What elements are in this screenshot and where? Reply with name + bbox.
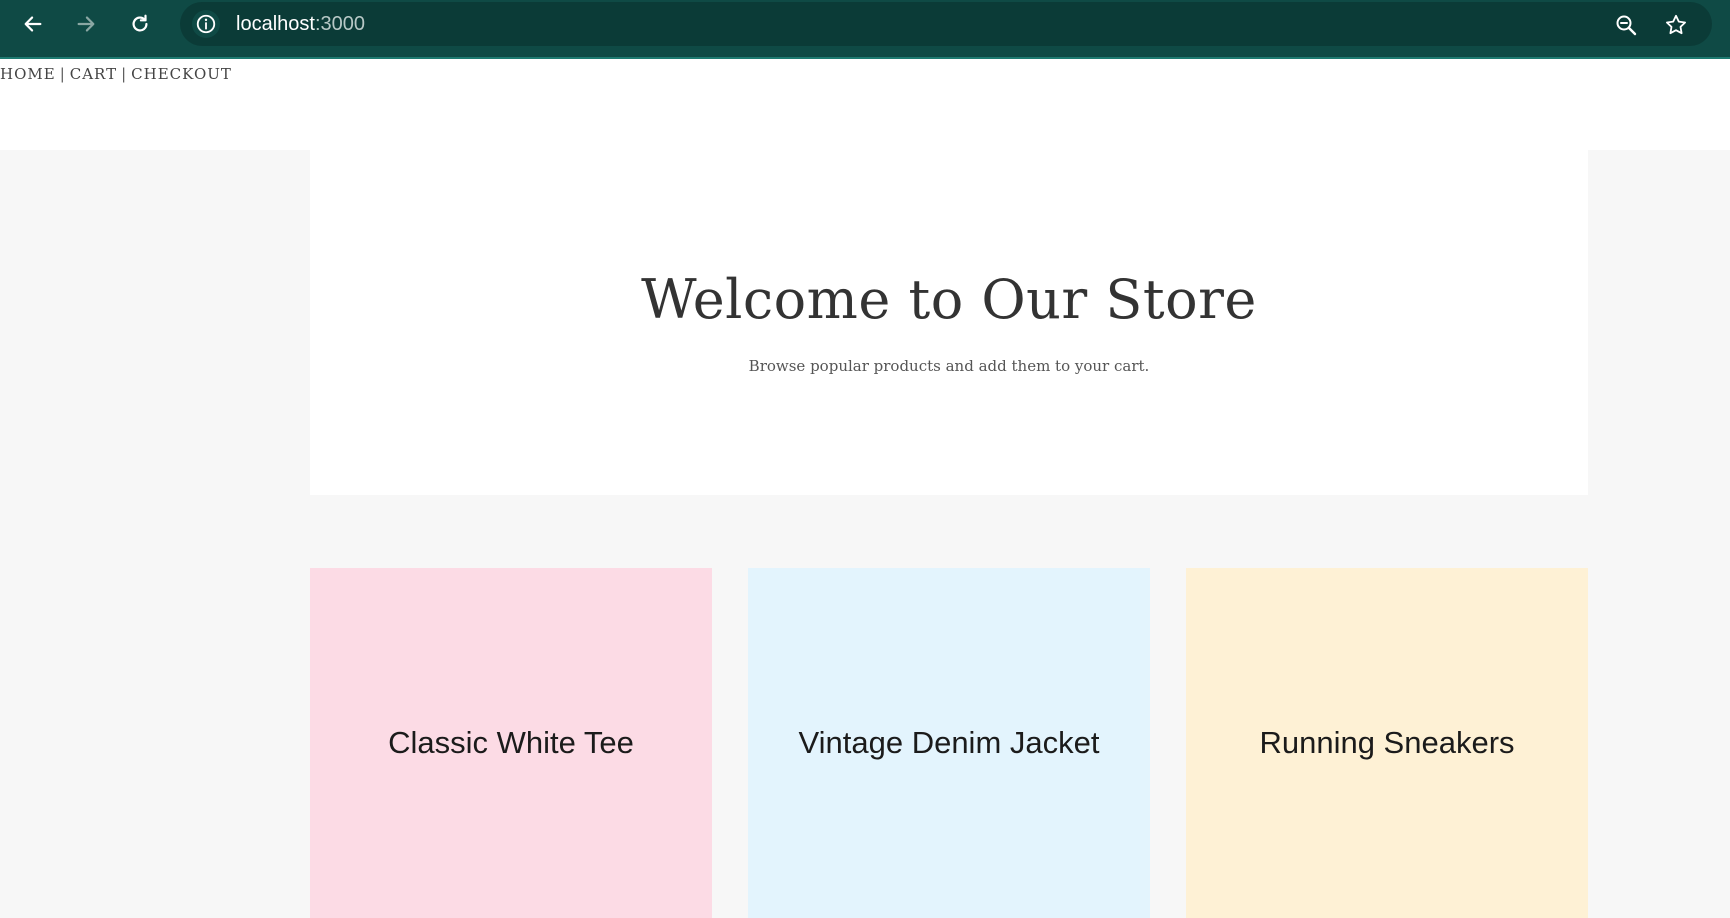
browser-toolbar: localhost:3000	[0, 0, 1730, 59]
hero-title: Welcome to Our Store	[641, 268, 1257, 331]
product-card[interactable]: Running Sneakers	[1186, 568, 1588, 918]
forward-button[interactable]	[70, 8, 102, 40]
nav-separator: |	[59, 65, 66, 83]
product-card[interactable]: Classic White Tee	[310, 568, 712, 918]
nav-separator: |	[121, 65, 128, 83]
product-name: Running Sneakers	[1259, 725, 1515, 760]
hero-subtitle: Browse popular products and add them to …	[748, 357, 1150, 375]
product-card[interactable]: Vintage Denim Jacket	[748, 568, 1150, 918]
reload-button[interactable]	[124, 8, 156, 40]
back-arrow-icon	[24, 16, 42, 32]
info-icon	[196, 14, 216, 34]
url-port: :3000	[314, 13, 365, 35]
page: HOME | CART | CHECKOUT Welcome to Our Store …	[0, 59, 1730, 918]
reload-icon	[132, 14, 148, 32]
nav-cart-link[interactable]: CART	[70, 65, 117, 83]
url-host: localhost	[236, 13, 315, 35]
bookmark-button[interactable]	[1664, 13, 1688, 41]
address-bar[interactable]: localhost:3000	[180, 2, 1712, 46]
site-info-button[interactable]	[192, 10, 220, 38]
nav-checkout-link[interactable]: CHECKOUT	[131, 65, 232, 83]
back-button[interactable]	[17, 8, 49, 40]
nav-home-link[interactable]: HOME	[0, 65, 56, 83]
product-grid: Classic White Tee Vintage Denim Jacket R…	[310, 568, 1588, 918]
product-name: Vintage Denim Jacket	[798, 725, 1100, 760]
hero-section: Welcome to Our Store Browse popular prod…	[310, 150, 1588, 495]
product-name: Classic White Tee	[388, 725, 634, 760]
top-nav: HOME | CART | CHECKOUT	[0, 65, 232, 83]
site-header: HOME | CART | CHECKOUT	[0, 59, 1730, 150]
url-text[interactable]: localhost:3000	[236, 12, 365, 36]
forward-arrow-icon	[77, 16, 95, 32]
zoom-icon	[1616, 15, 1637, 36]
zoom-button[interactable]	[1614, 13, 1638, 41]
star-icon	[1666, 14, 1686, 35]
